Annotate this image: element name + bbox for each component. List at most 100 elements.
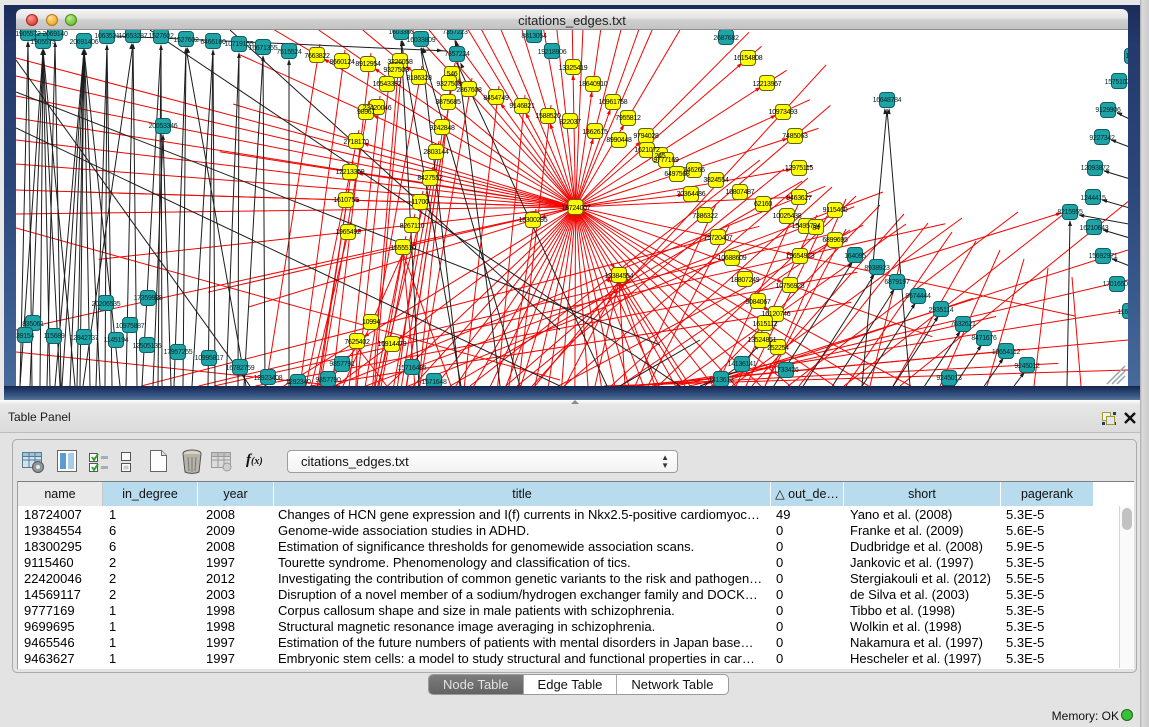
svg-text:12975115: 12975115 (785, 165, 814, 172)
svg-text:9327503: 9327503 (383, 67, 409, 74)
svg-text:7515524: 7515524 (276, 49, 302, 56)
svg-text:546: 546 (447, 71, 458, 78)
svg-text:9146821: 9146821 (509, 103, 535, 110)
svg-text:16648784: 16648784 (873, 97, 902, 104)
svg-text:10995817: 10995817 (195, 355, 224, 362)
svg-text:822037: 822037 (559, 119, 581, 126)
svg-text:8813054: 8813054 (521, 33, 547, 40)
svg-text:20053346: 20053346 (149, 123, 178, 130)
svg-text:1733426: 1733426 (773, 367, 799, 374)
svg-text:7357224: 7357224 (444, 51, 470, 58)
svg-text:9777169: 9777169 (653, 157, 679, 164)
svg-text:8471676: 8471676 (971, 335, 997, 342)
svg-text:15720407: 15720407 (704, 235, 733, 242)
svg-text:16210643: 16210643 (1080, 225, 1109, 232)
svg-text:8990448: 8990448 (606, 137, 632, 144)
svg-text:15751074: 15751074 (1105, 79, 1128, 86)
svg-text:1527602: 1527602 (148, 33, 174, 40)
svg-text:12213967: 12213967 (753, 81, 782, 88)
svg-text:3824554: 3824554 (703, 177, 729, 184)
svg-text:7955812: 7955812 (615, 115, 641, 122)
svg-text:10025438: 10025438 (773, 213, 802, 220)
svg-text:19384554: 19384554 (605, 273, 634, 280)
svg-text:9084067: 9084067 (745, 299, 771, 306)
svg-text:7632621: 7632621 (950, 321, 976, 328)
svg-text:8938923: 8938923 (864, 265, 890, 272)
svg-text:12213369: 12213369 (336, 169, 365, 176)
svg-text:16914479: 16914479 (378, 341, 407, 348)
svg-text:7386322: 7386322 (692, 213, 718, 220)
svg-text:84: 84 (812, 225, 820, 232)
svg-text:1244415: 1244415 (1080, 195, 1106, 202)
svg-text:6497568: 6497568 (664, 171, 690, 178)
svg-text:10688609: 10688609 (718, 255, 747, 262)
svg-text:1527602: 1527602 (173, 37, 199, 44)
svg-text:9463627: 9463627 (786, 195, 812, 202)
svg-text:1167533: 1167533 (1118, 309, 1128, 316)
svg-text:10653287: 10653287 (119, 33, 148, 40)
svg-text:16961758: 16961758 (599, 99, 628, 106)
svg-text:17016504: 17016504 (1103, 281, 1128, 288)
svg-text:16543392: 16543392 (373, 81, 402, 88)
svg-text:12942737: 12942737 (70, 335, 99, 342)
svg-text:9674444: 9674444 (905, 293, 931, 300)
svg-text:9227342: 9227342 (1089, 135, 1115, 142)
svg-text:7663822: 7663822 (304, 53, 330, 60)
svg-text:252254: 252254 (767, 345, 789, 352)
svg-text:8215955: 8215955 (1057, 209, 1083, 216)
svg-text:1292340: 1292340 (285, 379, 311, 386)
svg-text:17957255: 17957255 (164, 349, 193, 356)
svg-text:1905572: 1905572 (16, 31, 41, 38)
svg-text:10973493: 10973493 (769, 109, 798, 116)
svg-text:2687682: 2687682 (713, 35, 739, 42)
svg-text:6879197: 6879197 (884, 279, 910, 286)
svg-text:8454749: 8454749 (483, 95, 509, 102)
svg-text:7485063: 7485063 (782, 133, 808, 140)
svg-text:8267110: 8267110 (400, 223, 425, 230)
svg-text:10807487: 10807487 (726, 189, 755, 196)
svg-text:20691406: 20691406 (70, 39, 99, 46)
svg-text:15692971: 15692971 (1089, 253, 1118, 260)
svg-text:1413613: 1413613 (708, 377, 734, 384)
svg-text:9242848: 9242848 (429, 125, 455, 132)
svg-text:2069140: 2069140 (42, 31, 68, 38)
svg-text:8912954: 8912954 (355, 61, 381, 68)
svg-text:9857790: 9857790 (315, 377, 341, 384)
svg-text:1965492: 1965492 (335, 229, 361, 236)
svg-text:1588520: 1588520 (535, 113, 561, 120)
svg-text:39154: 39154 (16, 333, 34, 340)
svg-text:16120746: 16120746 (762, 311, 791, 318)
svg-text:10654112: 10654112 (992, 349, 1021, 356)
svg-text:9129906: 9129906 (1095, 107, 1121, 114)
svg-text:20364436: 20364436 (677, 191, 706, 198)
svg-text:16782759: 16782759 (226, 365, 255, 372)
svg-text:8660124: 8660124 (329, 59, 355, 66)
svg-text:1603380: 1603380 (388, 30, 414, 36)
svg-text:164095: 164095 (844, 253, 866, 260)
svg-text:19654923: 19654923 (786, 253, 815, 260)
svg-text:15716485: 15716485 (398, 365, 427, 372)
svg-text:115689: 115689 (43, 333, 64, 340)
svg-text:835061: 835061 (22, 321, 44, 328)
svg-text:8186328: 8186328 (406, 75, 432, 82)
svg-text:1145194: 1145194 (104, 337, 129, 344)
svg-text:7357223: 7357223 (442, 30, 468, 36)
svg-text:9115460: 9115460 (823, 207, 848, 214)
svg-text:1063521: 1063521 (94, 33, 120, 40)
svg-text:16671355: 16671355 (249, 45, 278, 52)
svg-text:18807249: 18807249 (731, 277, 760, 284)
svg-text:2935114: 2935114 (929, 307, 954, 314)
svg-text:13325419: 13325419 (559, 65, 588, 72)
svg-text:2803144: 2803144 (423, 149, 449, 156)
svg-text:6466160: 6466160 (200, 39, 226, 46)
svg-text:14136141: 14136141 (728, 361, 757, 368)
svg-text:1571648: 1571648 (421, 379, 447, 386)
svg-text:2867608: 2867608 (456, 87, 482, 94)
svg-text:10756928: 10756928 (776, 283, 805, 290)
svg-text:10975887: 10975887 (116, 323, 145, 330)
svg-text:9794028: 9794028 (633, 133, 659, 140)
svg-text:13524851: 13524851 (748, 337, 777, 344)
svg-text:10994: 10994 (362, 319, 380, 326)
svg-text:16154808: 16154808 (734, 55, 763, 62)
svg-text:18640910: 18640910 (579, 81, 608, 88)
